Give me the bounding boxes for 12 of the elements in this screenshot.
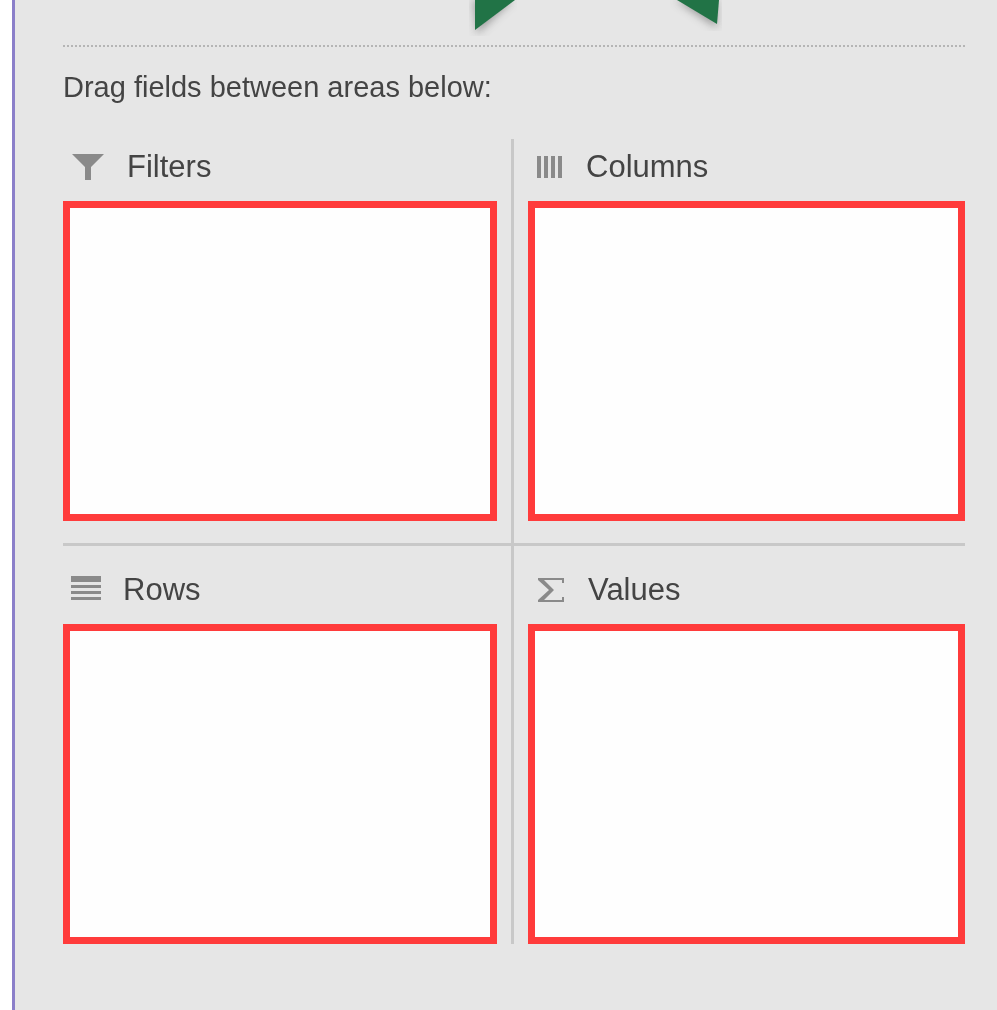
instruction-text: Drag fields between areas below: xyxy=(63,70,492,105)
area-label: Columns xyxy=(586,148,709,186)
area-label: Values xyxy=(588,571,681,609)
drop-zone[interactable] xyxy=(63,201,497,521)
drop-zone[interactable] xyxy=(528,624,965,944)
drop-zone[interactable] xyxy=(63,624,497,944)
area-label: Rows xyxy=(123,571,201,609)
area-label: Filters xyxy=(127,148,212,186)
filter-icon xyxy=(71,152,105,182)
sigma-icon xyxy=(536,576,566,604)
columns-icon xyxy=(536,155,564,179)
drop-zone[interactable] xyxy=(528,201,965,521)
